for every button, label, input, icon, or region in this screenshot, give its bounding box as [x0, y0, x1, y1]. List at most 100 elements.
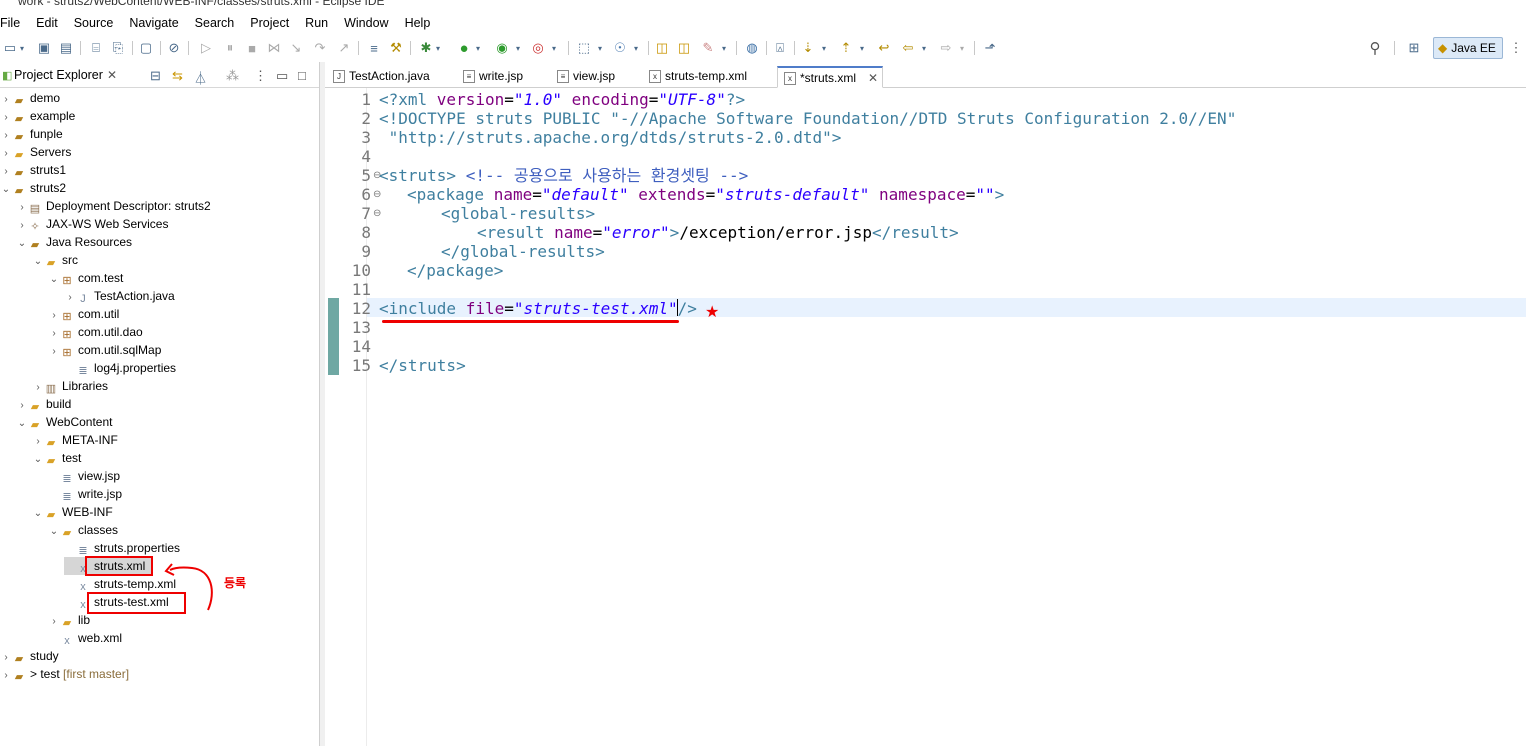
external-tools-dropdown-icon[interactable]: ▾ [550, 40, 558, 56]
tree-item-com-util-sqlmap[interactable]: › ⊞ com.util.sqlMap [48, 341, 161, 359]
tree-item-study[interactable]: › ▰ study [0, 647, 58, 665]
view-menu-icon[interactable]: ⋮ [254, 68, 267, 84]
back-dropdown-icon[interactable]: ▾ [920, 40, 928, 56]
save-icon[interactable]: ▣ [36, 40, 52, 56]
run-dropdown-icon[interactable]: ▾ [474, 40, 482, 56]
menu-search[interactable]: Search [187, 12, 243, 34]
tree-item-meta-inf[interactable]: › ▰ META-INF [32, 431, 117, 449]
code-line-7[interactable]: <global-results> [441, 204, 595, 223]
menu-project[interactable]: Project [242, 12, 297, 34]
tree-item-view-jsp[interactable]: ≣ view.jsp [48, 467, 120, 485]
task-icon[interactable]: ✎ [700, 40, 716, 56]
tree-item-com-util-dao[interactable]: › ⊞ com.util.dao [48, 323, 142, 341]
menu-source[interactable]: Source [66, 12, 122, 34]
code-line-2[interactable]: <!DOCTYPE struts PUBLIC "-//Apache Softw… [379, 109, 1236, 128]
code-line-12[interactable]: <include file="struts-test.xml"/> [379, 299, 697, 318]
link-with-editor-icon[interactable]: ⇆ [172, 68, 183, 84]
tree-item-web-inf[interactable]: ⌄ ▰ WEB-INF [32, 503, 113, 521]
previous-annotation-icon[interactable]: ⇡ [838, 40, 854, 56]
code-line-5[interactable]: <struts> <!-- 공용으로 사용하는 환경셋팅 --> [379, 166, 748, 185]
tree-item-write-jsp[interactable]: ≣ write.jsp [48, 485, 122, 503]
save-all-icon[interactable]: ▤ [58, 40, 74, 56]
run-icon[interactable]: ● [456, 40, 472, 57]
tree-item-servers[interactable]: › ▰ Servers [0, 143, 71, 161]
new-icon[interactable]: ▭ [2, 40, 18, 56]
tree-item-struts2[interactable]: ⌄ ▰ struts2 [0, 179, 66, 197]
filter-icon[interactable]: ⏃ [194, 68, 207, 87]
code-line-1[interactable]: <?xml version="1.0" encoding="UTF-8"?> [379, 90, 745, 109]
java-ee-perspective-button[interactable]: ◆ Java EE [1433, 37, 1503, 59]
collapse-icon[interactable]: ⌄ [32, 451, 44, 469]
tree-item-com-util[interactable]: › ⊞ com.util [48, 305, 119, 323]
tab-view-jsp[interactable]: ≡ view.jsp [551, 66, 631, 88]
tab-testaction-java[interactable]: J TestAction.java [327, 66, 443, 88]
tab-struts-xml[interactable]: x *struts.xml ✕ [777, 66, 883, 88]
disconnect-icon[interactable]: ⋈ [266, 40, 282, 56]
browser-icon[interactable]: ◍ [744, 40, 760, 56]
menu-edit[interactable]: Edit [28, 12, 66, 34]
tree-item-test-project[interactable]: › ▰ > test [first master] [0, 665, 129, 683]
collapse-icon[interactable]: ⌄ [32, 505, 44, 523]
tree-item-example[interactable]: › ▰ example [0, 107, 75, 125]
coverage-icon[interactable]: ◉ [494, 40, 510, 56]
menu-file[interactable]: File [0, 12, 28, 34]
tree-item-webcontent[interactable]: ⌄ ▰ WebContent [16, 413, 113, 431]
project-explorer-tab[interactable]: Project Explorer [14, 68, 103, 82]
servers-icon[interactable]: ⚒ [388, 40, 404, 56]
forward-icon[interactable]: ⇨ [938, 40, 954, 56]
tree-item-deployment-descriptor[interactable]: › ▤ Deployment Descriptor: struts2 [16, 197, 210, 215]
resume-icon[interactable]: ▷ [198, 40, 214, 56]
fold-icon[interactable]: ⊖ [373, 185, 381, 204]
tree-item-build[interactable]: › ▰ build [16, 395, 71, 413]
new-server-icon[interactable]: ⬚ [576, 40, 592, 56]
minimize-icon[interactable]: ▭ [276, 68, 288, 84]
open-folder-icon[interactable]: ◫ [654, 40, 670, 56]
collapse-icon[interactable]: ⌄ [48, 523, 60, 541]
tree-item-lib[interactable]: › ▰ lib [48, 611, 90, 629]
next-annotation-icon[interactable]: ⇣ [800, 40, 816, 56]
back-icon[interactable]: ⇦ [900, 40, 916, 56]
suspend-icon[interactable]: ⏸ [222, 40, 238, 56]
tree-item-demo[interactable]: › ▰ demo [0, 89, 60, 107]
tree-item-struts1[interactable]: › ▰ struts1 [0, 161, 66, 179]
tree-item-src[interactable]: ⌄ ▰ src [32, 251, 78, 269]
close-icon[interactable]: ✕ [107, 68, 117, 82]
code-line-6[interactable]: <package name="default" extends="struts-… [407, 185, 1004, 204]
search-annotations-icon[interactable]: ⍓ [772, 40, 788, 56]
external-tools-icon[interactable]: ◎ [530, 40, 546, 56]
fold-icon[interactable]: ⊖ [373, 204, 381, 223]
skip-breakpoints-icon[interactable]: ⊘ [166, 40, 182, 56]
perspective-more-icon[interactable]: ⋮ [1508, 40, 1524, 56]
tab-struts-temp-xml[interactable]: x struts-temp.xml [643, 66, 761, 88]
code-line-15[interactable]: </struts> [379, 356, 466, 375]
tree-item-java-resources[interactable]: ⌄ ▰ Java Resources [16, 233, 132, 251]
collapse-icon[interactable]: ⌄ [48, 271, 60, 289]
tree-item-libraries[interactable]: › ▥ Libraries [32, 377, 108, 395]
expand-icon[interactable]: › [48, 343, 60, 361]
console-icon[interactable]: ▢ [138, 40, 154, 56]
new-dropdown-icon[interactable]: ▾ [18, 40, 26, 56]
coverage-dropdown-icon[interactable]: ▾ [514, 40, 522, 56]
step-into-icon[interactable]: ↘ [288, 40, 304, 56]
last-edit-icon[interactable]: ↩ [876, 40, 892, 56]
code-line-3[interactable]: "http://struts.apache.org/dtds/struts-2.… [379, 128, 842, 147]
code-line-8[interactable]: <result name="error">/exception/error.js… [477, 223, 959, 242]
pin-editor-icon[interactable]: ⬏ [982, 40, 998, 56]
tree-item-testaction-java[interactable]: › J TestAction.java [64, 287, 174, 305]
tree-item-funple[interactable]: › ▰ funple [0, 125, 62, 143]
tab-write-jsp[interactable]: ≡ write.jsp [457, 66, 537, 88]
debug-icon[interactable]: ✱ [418, 40, 434, 56]
step-over-icon[interactable]: ↷ [312, 40, 328, 56]
new-web-dropdown-icon[interactable]: ▾ [632, 40, 640, 56]
tree-item-web-xml[interactable]: x web.xml [48, 629, 122, 647]
expand-icon[interactable]: › [0, 667, 12, 685]
collapse-icon[interactable]: ⌄ [16, 235, 28, 253]
maximize-icon[interactable]: □ [298, 68, 306, 83]
collapse-icon[interactable]: ⌄ [0, 181, 12, 199]
forward-dropdown-icon[interactable]: ▾ [958, 40, 966, 56]
next-annotation-dropdown-icon[interactable]: ▾ [820, 40, 828, 56]
tree-item-com-test[interactable]: ⌄ ⊞ com.test [48, 269, 124, 289]
build-icon[interactable]: ⌸ [88, 40, 104, 56]
open-project-icon[interactable]: ◫ [676, 40, 692, 56]
menu-window[interactable]: Window [336, 12, 396, 34]
